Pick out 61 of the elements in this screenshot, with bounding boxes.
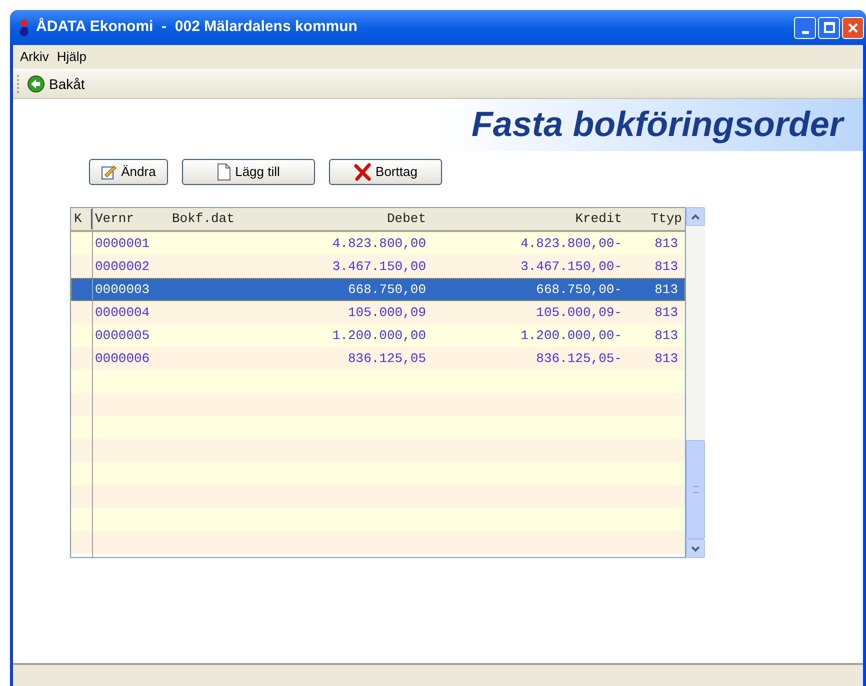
maximize-button[interactable] xyxy=(818,16,840,38)
table-cell-text: 4.823.800,00- xyxy=(520,234,622,253)
table-row[interactable]: 0000002 3.467.150,00 3.467.150,00- 813 xyxy=(71,255,685,278)
column-header[interactable]: Vernr xyxy=(92,209,170,229)
table-row[interactable]: 0000001 4.823.800,00 4.823.800,00- 813 xyxy=(71,232,685,255)
close-icon xyxy=(847,22,859,34)
menu-item[interactable]: Hjälp xyxy=(56,47,88,67)
table-cell-text: 0000006 xyxy=(94,350,151,368)
table-cell-text: 0000002 xyxy=(94,258,151,276)
window-title: ÅDATA Ekonomi - 002 Mälardalens kommun xyxy=(36,16,358,38)
chevron-down-icon xyxy=(691,546,700,552)
table-cell-text: 0000001 xyxy=(94,234,151,253)
page-title: Fasta bokföringsorder xyxy=(472,104,843,146)
figure-icon xyxy=(18,18,30,36)
table-cell-text: 836.125,05- xyxy=(535,350,622,368)
column-header[interactable]: K xyxy=(71,209,92,229)
minimize-icon xyxy=(802,30,808,34)
column-header[interactable]: Ttyp xyxy=(622,209,685,229)
cross-icon xyxy=(354,163,372,181)
document-icon xyxy=(217,163,232,181)
pencil-note-icon xyxy=(101,164,118,180)
table-cell-text: 1.200.000,00- xyxy=(520,326,622,345)
scroll-up-button[interactable] xyxy=(686,207,705,226)
table-cell-text: 813 xyxy=(654,350,678,368)
table-row[interactable]: 0000005 1.200.000,00 1.200.000,00- 813 xyxy=(71,324,685,347)
back-button[interactable]: Bakåt xyxy=(27,74,85,94)
grip-icon xyxy=(692,486,698,493)
scroll-down-button[interactable] xyxy=(686,539,705,558)
minimize-button[interactable] xyxy=(794,16,816,38)
table-cell-text: 813 xyxy=(654,326,678,345)
column-header[interactable]: Debet xyxy=(250,209,426,229)
table-row[interactable]: 0000006 836.125,05 836.125,05- 813 xyxy=(71,347,685,370)
table-cell-text: 813 xyxy=(654,258,678,276)
close-button[interactable] xyxy=(842,16,864,38)
table-cell-text: 0000005 xyxy=(94,326,151,345)
table-cell-text: 3.467.150,00- xyxy=(520,258,622,276)
table-row[interactable]: 0000003 668.750,00 668.750,00- 813 xyxy=(71,278,685,301)
column-header[interactable]: Bokf.dat xyxy=(170,209,250,229)
maximize-icon xyxy=(824,22,834,33)
action-button[interactable]: Lägg till xyxy=(182,159,315,185)
table-cell-text: 4.823.800,00 xyxy=(331,234,426,253)
table-cell-text: 668.750,00 xyxy=(346,280,426,299)
scrollbar[interactable] xyxy=(686,207,705,558)
table-cell-text: 0000003 xyxy=(94,280,151,299)
table-cell-text: 3.467.150,00 xyxy=(331,258,426,276)
column-header[interactable]: Kredit xyxy=(426,209,622,229)
chevron-up-icon xyxy=(691,214,700,220)
table-cell-text: 1.200.000,00 xyxy=(331,326,426,345)
action-button[interactable]: Ändra xyxy=(89,159,168,185)
table-cell-text: 813 xyxy=(654,304,678,322)
menu-item[interactable]: Arkiv xyxy=(19,47,50,67)
table-cell-text: 668.750,00- xyxy=(535,280,622,299)
table-cell-text: 813 xyxy=(654,280,678,299)
action-button[interactable]: Borttag xyxy=(329,159,442,185)
table-cell-text: 105.000,09 xyxy=(346,304,426,322)
table-cell-text: 813 xyxy=(654,234,678,253)
table-cell-text: 836.125,05 xyxy=(346,350,426,368)
table-row[interactable]: 0000004 105.000,09 105.000,09- 813 xyxy=(71,301,685,324)
scroll-thumb[interactable] xyxy=(686,440,705,539)
table-cell-text: 0000004 xyxy=(94,304,151,322)
table-cell-text: 105.000,09- xyxy=(535,304,622,322)
